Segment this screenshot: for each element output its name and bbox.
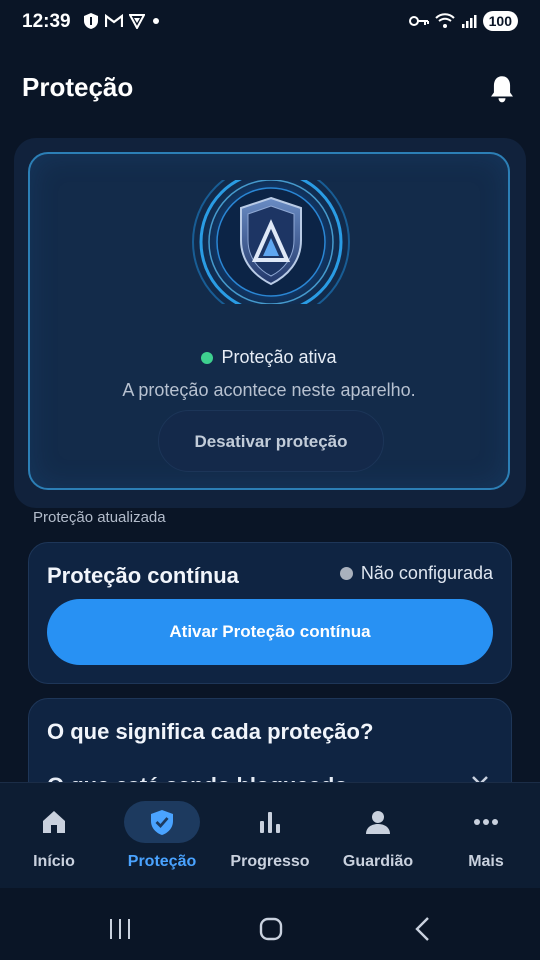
nav-item-inicio[interactable]: Início	[0, 783, 108, 889]
continuous-protection-card: Proteção contínua Não configurada Ativar…	[28, 542, 512, 684]
dot-icon	[153, 18, 159, 24]
protection-meaning-title: O que significa cada proteção?	[47, 719, 374, 744]
bell-icon[interactable]	[488, 74, 516, 104]
nav-item-progresso[interactable]: Progresso	[216, 783, 324, 889]
deactivate-protection-button[interactable]: Desativar proteção	[158, 410, 384, 472]
status-icons-right: 100	[408, 11, 518, 31]
continuous-status: Não configurada	[339, 563, 493, 584]
continuous-protection-title: Proteção contínua	[47, 563, 239, 588]
bar-chart-icon	[260, 812, 280, 833]
battery-indicator: 100	[482, 11, 518, 31]
nav-label: Guardião	[342, 853, 414, 870]
protection-updated-label: Proteção atualizada	[33, 509, 166, 526]
activate-continuous-protection-button[interactable]: Ativar Proteção contínua	[47, 599, 493, 665]
protection-meaning-card[interactable]: O que significa cada proteção? O que est…	[28, 698, 512, 782]
nav-item-protecao[interactable]: Proteção	[108, 783, 216, 889]
nav-label: Mais	[468, 853, 504, 870]
inactive-status-dot	[339, 567, 353, 580]
nav-label: Proteção	[127, 853, 197, 870]
status-time: 12:39	[22, 11, 71, 32]
chevron-down-icon[interactable]	[471, 775, 489, 782]
blocked-section-title[interactable]: O que está sendo bloqueado	[47, 773, 348, 782]
protection-status: Proteção ativa	[30, 347, 508, 368]
key-icon	[408, 16, 429, 26]
system-navigation-bar	[0, 888, 540, 960]
nav-item-guardiao[interactable]: Guardião	[324, 783, 432, 889]
back-icon[interactable]	[412, 916, 432, 942]
page-title: Proteção	[22, 72, 134, 102]
vpn-icon	[129, 14, 145, 29]
signal-icon	[461, 15, 477, 28]
person-icon	[366, 811, 390, 834]
nav-label: Início	[33, 853, 75, 870]
shield-icon	[84, 13, 98, 29]
protection-status-card: Proteção ativa A proteção acontece neste…	[28, 152, 510, 490]
protection-status-text: Proteção ativa	[221, 347, 337, 367]
status-icons-left	[83, 12, 161, 30]
nav-label: Progresso	[230, 853, 310, 870]
wifi-icon	[434, 13, 455, 28]
protection-description: A proteção acontece neste aparelho.	[122, 380, 416, 400]
nav-item-mais[interactable]: Mais	[432, 783, 540, 889]
continuous-status-text: Não configurada	[360, 563, 493, 583]
protection-shield-icon	[191, 180, 351, 304]
recent-apps-icon[interactable]	[108, 918, 132, 940]
app-bar: Proteção	[0, 60, 540, 116]
bottom-navigation: Início Proteção Progresso Guardião Mais	[0, 782, 540, 889]
home-icon	[43, 811, 65, 833]
status-bar: 12:39 100	[0, 0, 540, 46]
shield-check-icon	[151, 810, 173, 835]
active-status-dot	[201, 352, 214, 364]
content-scroll[interactable]: Proteção ativa A proteção acontece neste…	[0, 130, 540, 782]
more-icon	[474, 819, 498, 825]
home-button-icon[interactable]	[258, 916, 284, 942]
gmail-icon	[105, 14, 123, 27]
